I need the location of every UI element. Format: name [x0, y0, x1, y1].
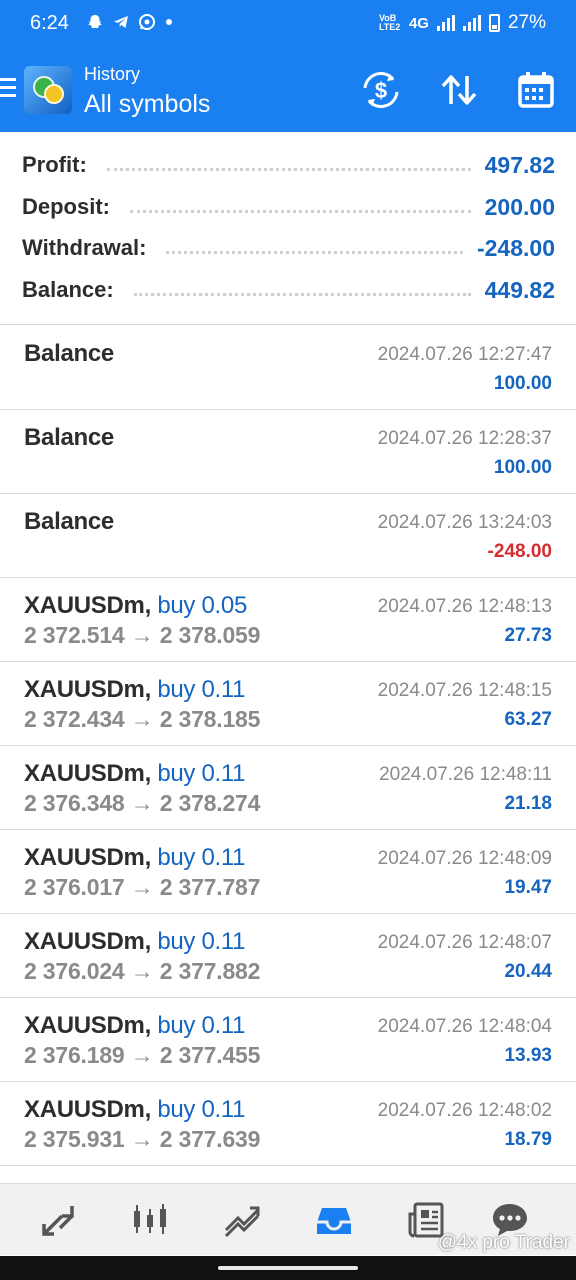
volte-indicator: VoB LTE2 [378, 13, 401, 32]
list-item[interactable]: XAUUSDm, buy 0.11 2 372.434 → 2 378.185 … [0, 662, 576, 746]
deal-prices: 2 376.348 → 2 378.274 [24, 790, 261, 816]
deal-side: buy 0.05 [157, 592, 248, 619]
deal-amount: 20.44 [504, 961, 552, 982]
status-bar: 6:24 VoB LTE2 4G 27% [0, 0, 576, 48]
signal-icon [436, 15, 455, 31]
network-type: 4G [408, 14, 429, 32]
quotes-icon[interactable] [36, 1198, 80, 1242]
deal-amount: 18.79 [504, 1129, 552, 1150]
summary-deposit: Deposit: 200.00 [22, 190, 555, 224]
deposit-value: 200.00 [484, 193, 555, 220]
page-title[interactable]: All symbols [84, 90, 210, 119]
deal-symbol: XAUUSDm, buy 0.11 [24, 676, 246, 703]
chart-icon[interactable] [128, 1198, 172, 1242]
deal-prices: 2 372.434 → 2 378.185 [24, 706, 261, 732]
deal-amount: 13.93 [504, 1045, 552, 1066]
whatsapp-icon [138, 13, 156, 36]
deal-time: 2024.07.26 12:48:07 [377, 932, 552, 953]
deal-symbol: XAUUSDm, buy 0.11 [24, 844, 246, 871]
telegram-icon [112, 13, 130, 36]
deal-symbol: XAUUSDm, buy 0.05 [24, 592, 248, 619]
watermark: @4x pro Trader [437, 1232, 570, 1253]
deal-prices: 2 375.931 → 2 377.639 [24, 1126, 261, 1152]
snapchat-icon [86, 13, 104, 36]
deal-amount: 100.00 [493, 373, 552, 394]
trade-icon[interactable] [220, 1198, 264, 1242]
list-item[interactable]: XAUUSDm, buy 0.11 2 376.348 → 2 378.274 … [0, 746, 576, 830]
sort-icon[interactable] [439, 70, 479, 110]
deal-symbol: Balance [24, 508, 114, 535]
deal-time: 2024.07.26 12:48:11 [379, 764, 552, 785]
deal-side: buy 0.11 [157, 1012, 246, 1039]
deal-symbol: Balance [24, 340, 114, 367]
status-time: 6:24 [30, 12, 69, 34]
signal-icon-2 [462, 15, 481, 31]
dot-icon [164, 13, 174, 36]
summary-balance: Balance: 449.82 [22, 273, 555, 307]
history-icon[interactable] [312, 1198, 356, 1242]
system-status: VoB LTE2 4G 27% [379, 12, 546, 34]
deal-prices: 2 376.189 → 2 377.455 [24, 1042, 261, 1068]
deposit-label: Deposit: [22, 194, 110, 219]
deal-symbol: XAUUSDm, buy 0.11 [24, 1012, 246, 1039]
menu-icon[interactable] [0, 78, 16, 100]
deal-symbol: Balance [24, 424, 114, 451]
app-logo [24, 66, 72, 114]
withdrawal-label: Withdrawal: [22, 235, 147, 260]
deal-side: buy 0.11 [157, 1096, 246, 1123]
deal-prices: 2 372.514 → 2 378.059 [24, 622, 261, 648]
summary-withdrawal: Withdrawal: -248.00 [22, 231, 555, 265]
list-item[interactable]: XAUUSDm, buy 0.11 2 375.931 → 2 377.639 … [0, 1082, 576, 1166]
history-summary: Profit: 497.82 Deposit: 200.00 Withdrawa… [0, 132, 576, 325]
withdrawal-value: -248.00 [476, 234, 555, 261]
deal-time: 2024.07.26 12:27:47 [377, 344, 552, 365]
deal-time: 2024.07.26 13:24:03 [377, 512, 552, 533]
deal-time: 2024.07.26 12:48:09 [377, 848, 552, 869]
svg-text:$: $ [375, 78, 387, 103]
page-subtitle: History [84, 64, 141, 84]
deal-time: 2024.07.26 12:48:04 [377, 1016, 552, 1037]
list-item[interactable]: XAUUSDm, buy 0.11 2 376.189 → 2 377.455 … [0, 998, 576, 1082]
list-item[interactable]: Balance 2024.07.26 12:28:37 100.00 [0, 410, 576, 494]
notification-icons [86, 13, 174, 36]
deal-time: 2024.07.26 12:48:02 [377, 1100, 552, 1121]
list-item[interactable]: Balance 2024.07.26 13:24:03 -248.00 [0, 494, 576, 578]
deal-side: buy 0.11 [157, 844, 246, 871]
deal-side: buy 0.11 [157, 760, 246, 787]
app-bar: History All symbols $ [0, 48, 576, 132]
battery-icon [488, 14, 500, 32]
deal-amount: 21.18 [504, 793, 552, 814]
deal-symbol: XAUUSDm, buy 0.11 [24, 760, 246, 787]
deal-time: 2024.07.26 12:48:15 [377, 680, 552, 701]
deal-prices: 2 376.024 → 2 377.882 [24, 958, 261, 984]
profit-label: Profit: [22, 152, 87, 177]
list-item[interactable]: Balance 2024.07.26 12:27:47 100.00 [0, 326, 576, 410]
profit-value: 497.82 [484, 151, 555, 178]
deal-amount: 63.27 [504, 709, 552, 730]
deal-side: buy 0.11 [157, 676, 246, 703]
deal-symbol: XAUUSDm, buy 0.11 [24, 928, 246, 955]
list-item[interactable]: XAUUSDm, buy 0.11 2 376.024 → 2 377.882 … [0, 914, 576, 998]
battery-level: 27% [507, 12, 546, 33]
deal-prices: 2 376.017 → 2 377.787 [24, 874, 261, 900]
currency-exchange-icon[interactable]: $ [361, 70, 401, 110]
deal-time: 2024.07.26 12:48:13 [377, 596, 552, 617]
summary-profit: Profit: 497.82 [22, 148, 555, 182]
calendar-icon[interactable] [516, 70, 556, 110]
deal-side: buy 0.11 [157, 928, 246, 955]
deal-amount: 27.73 [504, 625, 552, 646]
list-item[interactable]: XAUUSDm, buy 0.11 2 376.017 → 2 377.787 … [0, 830, 576, 914]
balance-label: Balance: [22, 277, 114, 302]
balance-value: 449.82 [484, 276, 555, 303]
gesture-bar [0, 1256, 576, 1280]
list-item[interactable]: XAUUSDm, buy 0.05 2 372.514 → 2 378.059 … [0, 578, 576, 662]
deal-amount: -248.00 [487, 541, 552, 562]
deal-symbol: XAUUSDm, buy 0.11 [24, 1096, 246, 1123]
deal-time: 2024.07.26 12:28:37 [377, 428, 552, 449]
deals-list: Balance 2024.07.26 12:27:47 100.00 Balan… [0, 326, 576, 1166]
deal-amount: 19.47 [504, 877, 552, 898]
deal-amount: 100.00 [493, 457, 552, 478]
